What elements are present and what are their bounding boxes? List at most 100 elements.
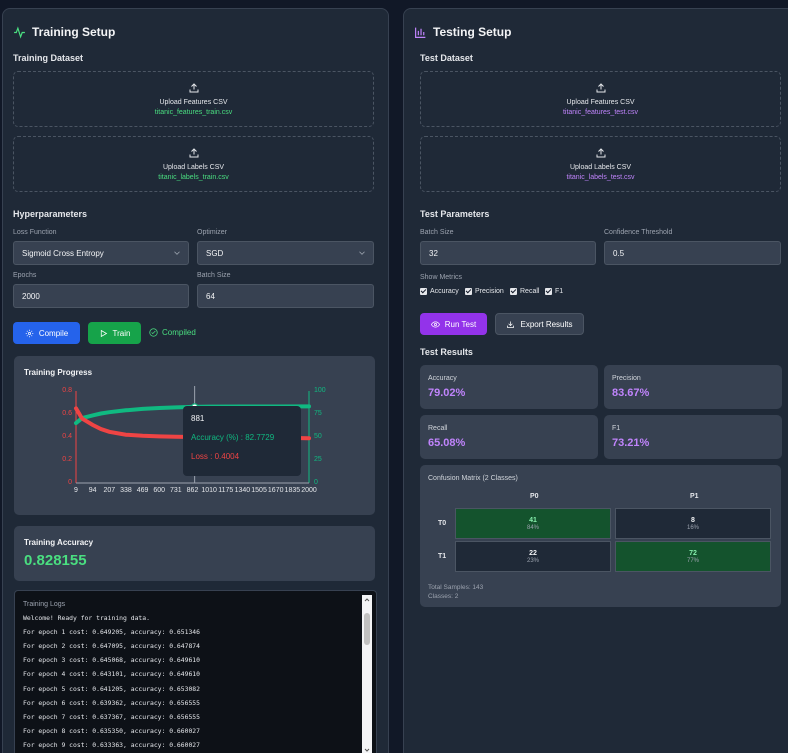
log-line: For epoch 9 cost: 0.633363, accuracy: 0.…: [23, 740, 200, 749]
tooltip-x: 881: [191, 414, 205, 423]
x-tick: 469: [136, 487, 149, 494]
cm-percent: 84%: [526, 524, 539, 531]
training-logs-title: Training Logs: [23, 601, 66, 608]
test-results-label: Test Results: [420, 347, 473, 357]
export-results-button[interactable]: Export Results: [495, 313, 584, 335]
log-line: For epoch 1 cost: 0.649205, accuracy: 0.…: [23, 628, 200, 637]
batch-size-input[interactable]: 64: [197, 284, 374, 308]
upload-test-labels-label: Upload Labels CSV: [569, 164, 632, 171]
x-tick: 9: [74, 487, 78, 494]
metric-checkbox-accuracy[interactable]: Accuracy: [420, 288, 459, 295]
confidence-threshold-label: Confidence Threshold: [604, 229, 673, 236]
cm-count: 8: [691, 516, 695, 524]
chevron-down-icon: [174, 251, 180, 255]
log-line: For epoch 7 cost: 0.637367, accuracy: 0.…: [23, 712, 200, 721]
x-tick: 1010: [201, 487, 217, 494]
x-tick: 207: [103, 487, 116, 494]
metric-value: 79.02%: [428, 387, 466, 399]
eye-icon: [430, 320, 440, 328]
metric-value: 65.08%: [428, 437, 466, 449]
log-line: For epoch 3 cost: 0.645068, accuracy: 0.…: [23, 656, 200, 665]
confidence-threshold-input[interactable]: 0.5: [604, 241, 781, 265]
chevron-down-icon: [359, 251, 365, 255]
labels-filename: titanic_labels_train.csv: [158, 174, 229, 181]
upload-labels-dropzone[interactable]: Upload Labels CSV titanic_labels_train.c…: [13, 136, 374, 192]
upload-test-features-dropzone[interactable]: Upload Features CSV titanic_features_tes…: [420, 71, 781, 127]
y-left-tick: 0.4: [62, 433, 72, 440]
metric-label: Recall: [428, 425, 448, 432]
cm-count: 41: [529, 516, 537, 524]
metric-checkbox-recall[interactable]: Recall: [510, 288, 539, 295]
x-tick: 1505: [251, 487, 267, 494]
test-batch-size-label: Batch Size: [420, 229, 454, 236]
training-setup-title: Training Setup: [13, 25, 115, 39]
features-filename: titanic_features_train.csv: [154, 109, 233, 116]
upload-labels-label: Upload Labels CSV: [162, 164, 225, 171]
play-icon: [100, 329, 107, 337]
checkbox-checked-icon: [510, 288, 517, 295]
log-line: For epoch 6 cost: 0.639362, accuracy: 0.…: [23, 698, 200, 707]
upload-test-labels-dropzone[interactable]: Upload Labels CSV titanic_labels_test.cs…: [420, 136, 781, 192]
metric-checkbox-precision[interactable]: Precision: [465, 288, 504, 295]
upload-features-dropzone[interactable]: Upload Features CSV titanic_features_tra…: [13, 71, 374, 127]
cm-cell-t0p0: 41 84%: [455, 508, 611, 539]
y-left-tick: 0.2: [62, 456, 72, 463]
tooltip-loss: Loss : 0.4004: [191, 452, 240, 461]
scrollbar-thumb[interactable]: [364, 613, 370, 645]
y-left-tick: 0: [68, 479, 72, 486]
upload-features-label: Upload Features CSV: [159, 99, 228, 106]
metric-label: Accuracy: [428, 375, 457, 382]
x-tick: 1670: [267, 487, 284, 494]
cm-count: 72: [689, 549, 697, 557]
epochs-input[interactable]: 2000: [13, 284, 189, 308]
upload-icon: [189, 148, 198, 158]
log-line: For epoch 4 cost: 0.643101, accuracy: 0.…: [23, 670, 200, 679]
metric-value: 83.67%: [612, 387, 650, 399]
metric-label: F1: [612, 425, 621, 432]
cm-cell-t1p1: 72 77%: [615, 541, 771, 572]
training-accuracy-card: Training Accuracy 0.828155: [14, 526, 375, 581]
x-tick: 338: [120, 487, 132, 494]
x-tick: 600: [153, 487, 166, 494]
checkbox-checked-icon: [465, 288, 472, 295]
logs-scrollbar[interactable]: [362, 595, 372, 753]
optimizer-select[interactable]: SGD: [197, 241, 374, 265]
cm-cell-t1p0: 22 23%: [455, 541, 611, 572]
loss-function-select[interactable]: Sigmoid Cross Entropy: [13, 241, 189, 265]
col-header-p0: P0: [530, 493, 539, 500]
confusion-matrix-card: Confusion Matrix (2 Classes) P0 P1 T0 T1…: [420, 465, 781, 607]
total-samples: Total Samples: 143: [428, 584, 484, 591]
compile-button[interactable]: Compile: [13, 322, 80, 344]
activity-icon: [14, 25, 25, 39]
log-line: For epoch 8 cost: 0.635350, accuracy: 0.…: [23, 726, 200, 735]
upload-icon: [596, 83, 605, 93]
metric-checkbox-f1[interactable]: F1: [545, 288, 563, 295]
x-tick: 1175: [218, 487, 234, 494]
col-header-p1: P1: [690, 493, 699, 500]
bar-chart-icon: [415, 27, 426, 38]
optimizer-label: Optimizer: [197, 229, 227, 236]
checkbox-checked-icon: [420, 288, 427, 295]
gear-icon: [25, 329, 34, 337]
y-right-tick: 50: [314, 433, 322, 440]
chart-tooltip: 881 Accuracy (%) : 82.7729 Loss : 0.4004: [183, 406, 301, 476]
chevron-down-icon[interactable]: [363, 746, 371, 753]
confusion-matrix-title: Confusion Matrix (2 Classes): [428, 475, 518, 482]
tooltip-accuracy: Accuracy (%) : 82.7729: [191, 433, 275, 442]
row-header-t1: T1: [438, 553, 447, 560]
classes-count: Classes: 2: [428, 593, 459, 600]
hyperparameters-label: Hyperparameters: [13, 209, 88, 219]
run-test-button[interactable]: Run Test: [420, 313, 487, 335]
test-batch-size-input[interactable]: 32: [420, 241, 596, 265]
testing-setup-panel: Testing Setup Test Dataset Upload Featur…: [403, 8, 788, 753]
training-logs[interactable]: Training Logs Welcome! Ready for trainin…: [14, 590, 377, 753]
y-left-tick: 0.8: [62, 387, 72, 394]
chevron-up-icon[interactable]: [363, 596, 371, 604]
train-button[interactable]: Train: [88, 322, 141, 344]
check-circle-icon: [149, 328, 158, 337]
epochs-label: Epochs: [13, 272, 37, 279]
metric-value: 73.21%: [612, 437, 650, 449]
row-header-t0: T0: [438, 520, 447, 527]
cm-percent: 23%: [526, 557, 539, 564]
cm-cell-t0p1: 8 16%: [615, 508, 771, 539]
